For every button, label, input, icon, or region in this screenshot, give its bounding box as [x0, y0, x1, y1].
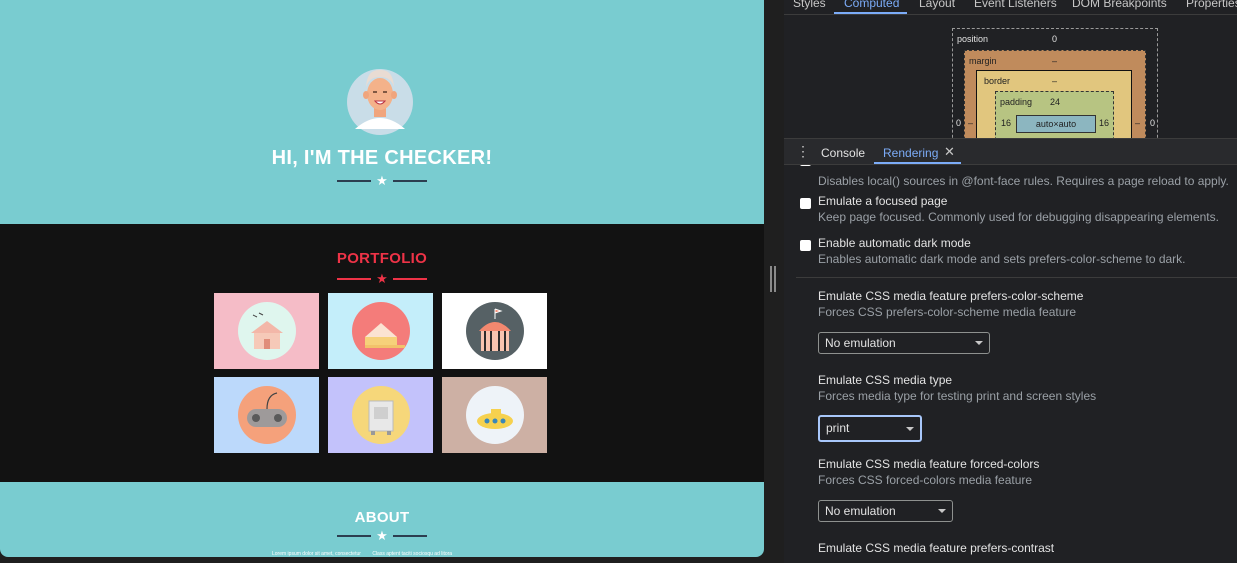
checkbox[interactable]	[800, 165, 811, 166]
tab-computed[interactable]: Computed	[844, 0, 899, 10]
focused-page-checkbox[interactable]	[800, 198, 811, 209]
page-viewport: HI, I'M THE CHECKER! ★ PORTFOLIO ★ ABOUT…	[0, 0, 764, 557]
devtools-panel: Styles Computed Layout Event Listeners D…	[784, 0, 1237, 563]
forced-colors-title: Emulate CSS media feature forced-colors	[818, 457, 1040, 471]
about-section: ABOUT ★ Lorem ipsum dolor sit amet, cons…	[0, 482, 764, 557]
option-description: Disables local() sources in @font-face r…	[818, 174, 1229, 188]
margin-left-value[interactable]: –	[968, 118, 973, 128]
media-type-desc: Forces media type for testing print and …	[818, 389, 1097, 403]
submarine-icon	[465, 386, 524, 444]
chevron-down-icon	[975, 341, 983, 345]
prefers-color-scheme-select[interactable]: No emulation	[818, 332, 990, 354]
rendering-panel: Disables local() sources in @font-face r…	[784, 165, 1237, 563]
padding-right-value[interactable]: 16	[1099, 118, 1109, 128]
position-value[interactable]: 0	[1052, 34, 1057, 44]
cabin-icon	[237, 302, 296, 360]
divider-line	[337, 179, 372, 182]
circus-tent-icon	[465, 302, 524, 360]
portfolio-item-safe[interactable]	[328, 377, 433, 453]
about-text-col1: Lorem ipsum dolor sit amet, consectetur	[272, 551, 361, 557]
safe-icon	[351, 386, 410, 444]
prefers-color-scheme-title: Emulate CSS media feature prefers-color-…	[818, 289, 1084, 303]
option-title: Emulate a focused page	[818, 194, 948, 208]
border-value[interactable]: –	[1052, 76, 1057, 86]
padding-left-value[interactable]: 16	[1001, 118, 1011, 128]
position-left-value[interactable]: 0	[956, 118, 961, 128]
option-description: Enables automatic dark mode and sets pre…	[818, 252, 1186, 266]
option-description: Keep page focused. Commonly used for deb…	[818, 210, 1219, 224]
media-type-title: Emulate CSS media type	[818, 373, 953, 387]
chevron-down-icon	[938, 509, 946, 513]
dark-mode-checkbox[interactable]	[800, 240, 811, 251]
drawer-tabbar: ⋮ Console Rendering ✕	[784, 138, 1237, 165]
media-type-select[interactable]: print	[818, 415, 922, 442]
border-label: border	[984, 76, 1011, 86]
avatar	[347, 69, 413, 135]
about-text-col2: Class aptent taciti sociosqu ad litora	[372, 551, 453, 557]
tab-dom-breakpoints[interactable]: DOM Breakpoints	[1072, 0, 1167, 10]
about-text: Lorem ipsum dolor sit amet, consectetur …	[272, 551, 462, 557]
hero-section: HI, I'M THE CHECKER! ★	[0, 0, 764, 224]
close-icon[interactable]: ✕	[944, 144, 955, 160]
forced-colors-select[interactable]: No emulation	[818, 500, 953, 522]
box-model-diagram: auto×auto position 0 margin – border – p…	[784, 15, 1237, 138]
active-tab-indicator	[874, 162, 961, 164]
tab-rendering[interactable]: Rendering	[883, 146, 938, 160]
portfolio-item-submarine[interactable]	[442, 377, 547, 453]
star-icon: ★	[376, 271, 388, 286]
margin-right-value[interactable]: –	[1135, 118, 1140, 128]
portfolio-item-cake[interactable]	[328, 293, 433, 369]
devtools-subtabs: Styles Computed Layout Event Listeners D…	[784, 0, 1237, 15]
tab-properties[interactable]: Properties	[1186, 0, 1237, 10]
tab-event-listeners[interactable]: Event Listeners	[974, 0, 1057, 10]
select-value: print	[826, 421, 850, 435]
resize-handle[interactable]	[770, 266, 776, 292]
margin-label: margin	[969, 56, 997, 66]
box-model-content[interactable]: auto×auto	[1016, 115, 1096, 133]
divider-line	[392, 277, 427, 280]
portfolio-item-cabin[interactable]	[214, 293, 319, 369]
select-value: No emulation	[825, 336, 896, 350]
margin-value[interactable]: –	[1052, 56, 1057, 66]
padding-value[interactable]: 24	[1050, 97, 1060, 107]
about-title: ABOUT	[354, 509, 410, 526]
hero-divider: ★	[0, 174, 764, 187]
portfolio-title: PORTFOLIO	[336, 250, 428, 267]
select-value: No emulation	[825, 504, 896, 518]
about-divider: ★	[0, 529, 764, 542]
more-options-icon[interactable]: ⋮	[796, 144, 810, 158]
star-icon: ★	[376, 173, 388, 188]
portfolio-divider: ★	[0, 272, 764, 285]
option-title: Enable automatic dark mode	[818, 236, 971, 250]
chevron-down-icon	[906, 427, 914, 431]
prefers-contrast-title: Emulate CSS media feature prefers-contra…	[818, 541, 1055, 555]
section-divider	[796, 277, 1237, 278]
divider-line	[337, 277, 372, 280]
portfolio-section: PORTFOLIO ★	[0, 224, 764, 482]
portfolio-item-circus-tent[interactable]	[442, 293, 547, 369]
forced-colors-desc: Forces CSS forced-colors media feature	[818, 473, 1033, 487]
hero-title: HI, I'M THE CHECKER!	[271, 147, 493, 169]
prefers-color-scheme-desc: Forces CSS prefers-color-scheme media fe…	[818, 305, 1077, 319]
position-right-value[interactable]: 0	[1150, 118, 1155, 128]
tab-layout[interactable]: Layout	[919, 0, 955, 10]
star-icon: ★	[376, 528, 388, 543]
tab-console[interactable]: Console	[821, 146, 865, 160]
active-tab-indicator	[834, 12, 907, 14]
divider-line	[392, 534, 427, 537]
divider-line	[392, 179, 427, 182]
divider-line	[337, 534, 372, 537]
padding-label: padding	[1000, 97, 1033, 107]
tab-styles[interactable]: Styles	[793, 0, 826, 10]
position-label: position	[957, 34, 989, 44]
game-controller-icon	[237, 386, 296, 444]
portfolio-item-game-controller[interactable]	[214, 377, 319, 453]
cake-icon	[351, 302, 410, 360]
